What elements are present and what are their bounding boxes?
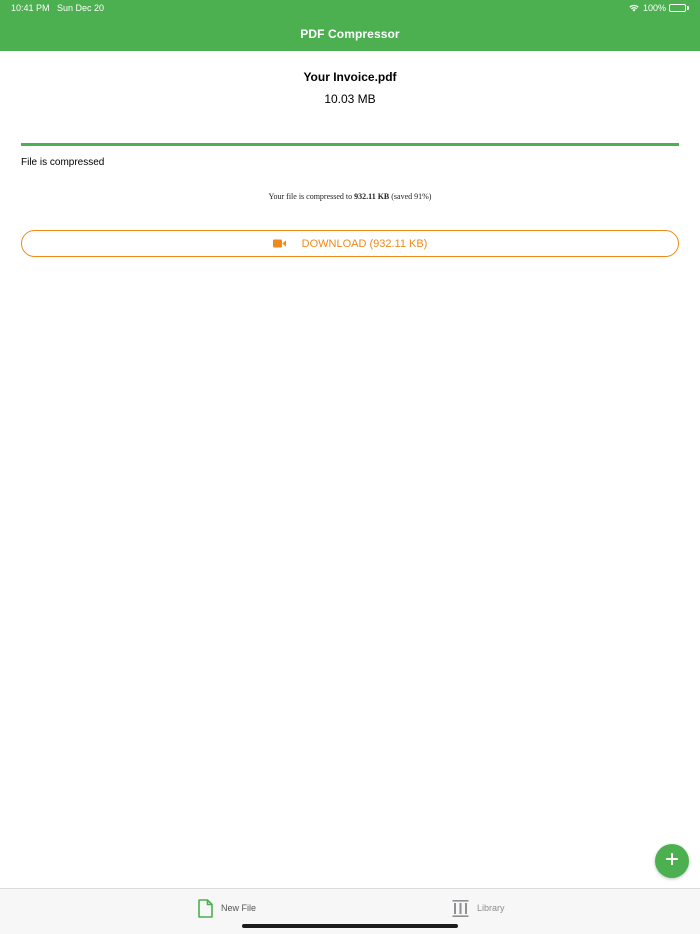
wifi-icon bbox=[628, 3, 640, 14]
home-indicator bbox=[242, 924, 458, 928]
file-name: Your Invoice.pdf bbox=[303, 70, 397, 84]
result-prefix: Your file is compressed to bbox=[268, 192, 355, 201]
battery-percent: 100% bbox=[642, 3, 666, 13]
status-time-date: 10:41 PM Sun Dec 20 bbox=[11, 3, 105, 13]
plus-icon bbox=[665, 852, 679, 871]
library-icon bbox=[452, 899, 469, 918]
download-button-label: DOWNLOAD (932.11 KB) bbox=[301, 237, 428, 250]
app-header: 10:41 PM Sun Dec 20 100% PDF Compressor bbox=[0, 0, 700, 51]
page-title: PDF Compressor bbox=[300, 27, 400, 41]
progress-fill bbox=[21, 143, 679, 146]
video-camera-icon bbox=[272, 239, 286, 248]
document-icon bbox=[198, 898, 213, 918]
compression-progress-bar bbox=[21, 143, 679, 146]
result-compressed-size: 932.11 KB bbox=[354, 192, 390, 201]
battery-icon bbox=[669, 4, 689, 12]
file-size: 10.03 MB bbox=[324, 92, 376, 106]
tab-library[interactable]: Library bbox=[452, 898, 505, 918]
tab-new-file-label: New File bbox=[221, 903, 257, 913]
add-file-button[interactable] bbox=[655, 844, 689, 878]
tab-library-label: Library bbox=[477, 903, 505, 913]
tab-new-file[interactable]: New File bbox=[198, 898, 256, 918]
result-suffix: (saved 91%) bbox=[389, 192, 432, 201]
compression-status: File is compressed bbox=[21, 157, 105, 168]
download-button[interactable]: DOWNLOAD (932.11 KB) bbox=[21, 230, 679, 257]
compression-result: Your file is compressed to 932.11 KB (sa… bbox=[0, 192, 700, 201]
status-indicators: 100% bbox=[628, 2, 689, 14]
